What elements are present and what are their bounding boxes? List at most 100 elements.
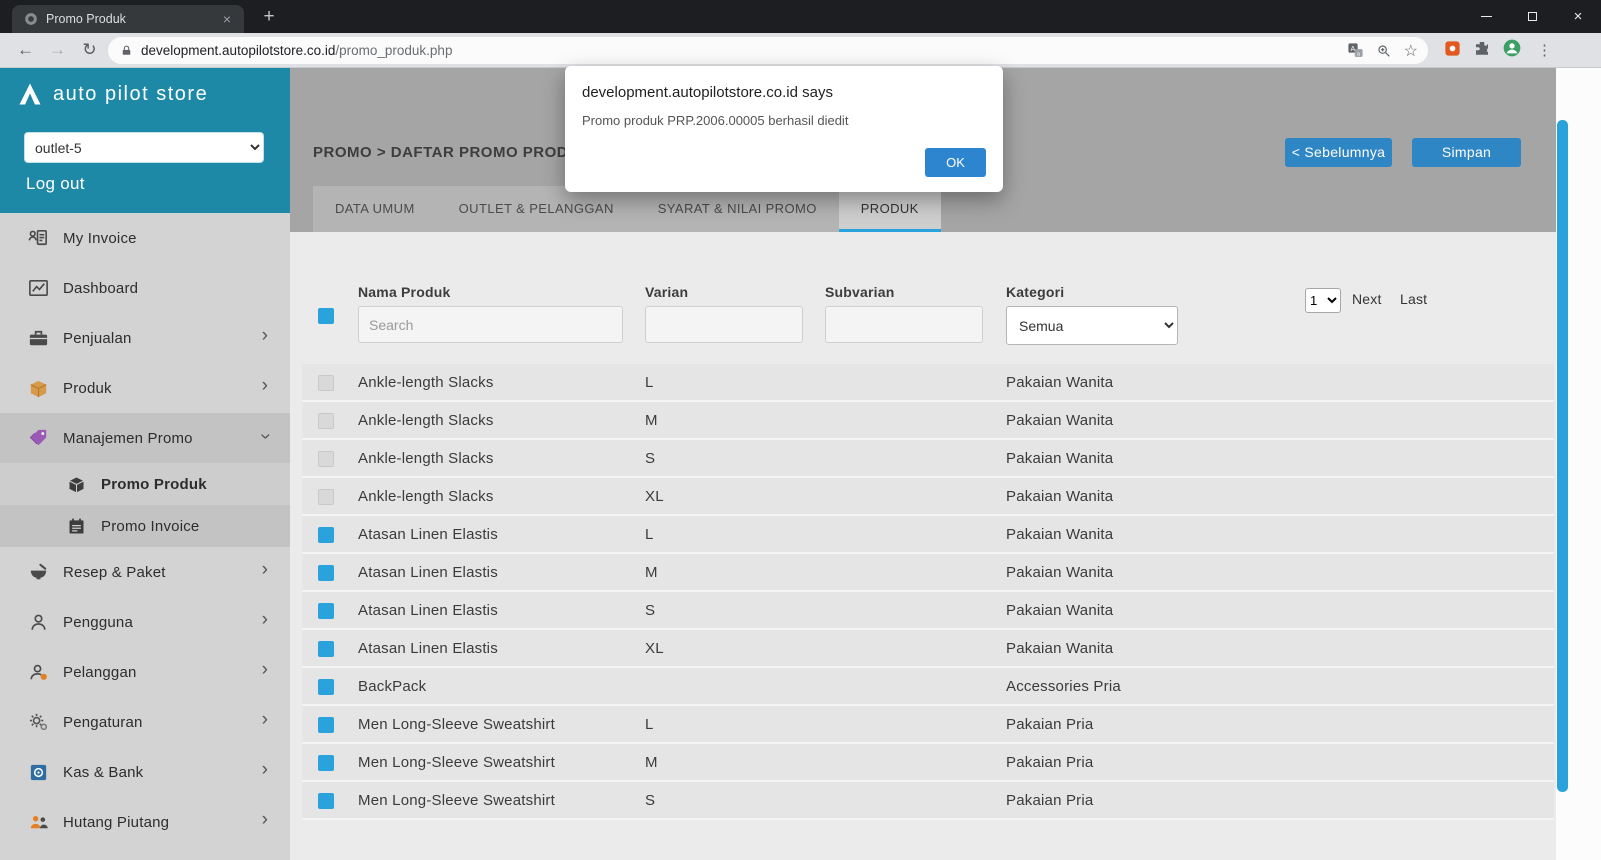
sidebar-item-kas-bank[interactable]: Kas & Bank ›	[0, 747, 290, 797]
cell-varian: XL	[645, 478, 664, 516]
cell-kategori: Pakaian Pria	[1006, 706, 1093, 744]
translate-icon[interactable]: Aa	[1347, 42, 1364, 59]
save-button[interactable]: Simpan	[1412, 138, 1521, 167]
cell-kategori: Pakaian Wanita	[1006, 554, 1113, 592]
table-row[interactable]: Ankle-length Slacks M Pakaian Wanita	[302, 402, 1554, 440]
tab-outlet-pelanggan[interactable]: OUTLET & PELANGGAN	[437, 186, 636, 232]
table-row[interactable]: Atasan Linen Elastis XL Pakaian Wanita	[302, 630, 1554, 668]
table-row[interactable]: Men Long-Sleeve Sweatshirt L Pakaian Pri…	[302, 706, 1554, 744]
select-all-checkbox[interactable]	[318, 308, 334, 324]
new-tab-button[interactable]: +	[256, 4, 282, 30]
cell-varian: S	[645, 592, 655, 630]
chevron-right-icon: ›	[262, 609, 268, 631]
row-checkbox[interactable]	[318, 679, 334, 695]
tab-syarat-nilai-promo[interactable]: SYARAT & NILAI PROMO	[636, 186, 839, 232]
cell-kategori: Pakaian Wanita	[1006, 592, 1113, 630]
sidebar-item-manajemen-promo[interactable]: Manajemen Promo ›	[0, 413, 290, 463]
extension-icon[interactable]	[1443, 39, 1462, 63]
cell-kategori: Accessories Pria	[1006, 668, 1121, 706]
search-nama-produk-input[interactable]	[358, 306, 623, 343]
table-row[interactable]: Ankle-length Slacks S Pakaian Wanita	[302, 440, 1554, 478]
sidebar-item-resep-paket[interactable]: Resep & Paket ›	[0, 547, 290, 597]
address-bar[interactable]: development.autopilotstore.co.id/promo_p…	[108, 37, 1428, 64]
sidebar-item-penjualan[interactable]: Penjualan ›	[0, 313, 290, 363]
sidebar-item-dashboard[interactable]: Dashboard	[0, 263, 290, 313]
sidebar-item-promo-invoice[interactable]: Promo Invoice	[0, 505, 290, 547]
varian-filter-input[interactable]	[645, 306, 803, 343]
cell-kategori: Pakaian Wanita	[1006, 402, 1113, 440]
browser-tab[interactable]: Promo Produk ×	[12, 5, 244, 33]
hutang-piutang-icon	[26, 810, 50, 834]
row-checkbox[interactable]	[318, 603, 334, 619]
sidebar-item-pelanggan[interactable]: Pelanggan ›	[0, 647, 290, 697]
kas-bank-icon	[26, 760, 50, 784]
pelanggan-icon	[26, 660, 50, 684]
cell-kategori: Pakaian Wanita	[1006, 516, 1113, 554]
pengaturan-icon	[26, 710, 50, 734]
table-row[interactable]: Men Long-Sleeve Sweatshirt M Pakaian Pri…	[302, 744, 1554, 782]
row-checkbox[interactable]	[318, 641, 334, 657]
cell-kategori: Pakaian Wanita	[1006, 478, 1113, 516]
cell-nama-produk: Atasan Linen Elastis	[358, 630, 498, 668]
refresh-button[interactable]: ↻	[76, 37, 103, 64]
window-close-button[interactable]: ×	[1555, 0, 1601, 33]
sidebar-item-pengguna[interactable]: Pengguna ›	[0, 597, 290, 647]
cell-nama-produk: Men Long-Sleeve Sweatshirt	[358, 744, 555, 782]
row-checkbox[interactable]	[318, 755, 334, 771]
kategori-select[interactable]: Semua	[1006, 306, 1178, 345]
sidebar-item-my-invoice[interactable]: My Invoice	[0, 213, 290, 263]
table-row[interactable]: Atasan Linen Elastis S Pakaian Wanita	[302, 592, 1554, 630]
sidebar-item-pengaturan[interactable]: Pengaturan ›	[0, 697, 290, 747]
browser-titlebar: Promo Produk × + ×	[0, 0, 1601, 33]
row-checkbox[interactable]	[318, 451, 334, 467]
browser-menu-button[interactable]: ⋮	[1533, 38, 1556, 63]
sidebar-item-produk[interactable]: Produk ›	[0, 363, 290, 413]
sidebar-item-hutang-piutang[interactable]: Hutang Piutang ›	[0, 797, 290, 847]
tab-produk[interactable]: PRODUK	[839, 186, 941, 232]
chevron-down-icon: ›	[254, 433, 276, 439]
my-invoice-icon	[26, 226, 50, 250]
row-checkbox[interactable]	[318, 413, 334, 429]
tab-close-icon[interactable]: ×	[220, 11, 234, 27]
cell-kategori: Pakaian Pria	[1006, 744, 1093, 782]
cell-nama-produk: Atasan Linen Elastis	[358, 554, 498, 592]
table-row[interactable]: Ankle-length Slacks L Pakaian Wanita	[302, 364, 1554, 402]
row-checkbox[interactable]	[318, 793, 334, 809]
chevron-right-icon: ›	[262, 809, 268, 831]
alert-dialog-message: Promo produk PRP.2006.00005 berhasil die…	[582, 113, 848, 128]
bookmark-star-icon[interactable]: ☆	[1404, 41, 1418, 61]
previous-button[interactable]: < Sebelumnya	[1285, 138, 1392, 167]
column-header-varian: Varian	[645, 284, 688, 300]
pagination-next[interactable]: Next	[1352, 291, 1382, 307]
ok-button[interactable]: OK	[925, 148, 986, 177]
chevron-right-icon: ›	[262, 759, 268, 781]
penjualan-icon	[26, 326, 50, 350]
pagination-last[interactable]: Last	[1400, 291, 1427, 307]
cell-kategori: Pakaian Wanita	[1006, 630, 1113, 668]
outlet-select[interactable]: outlet-5	[24, 132, 264, 163]
subvarian-filter-input[interactable]	[825, 306, 983, 343]
window-maximize-button[interactable]	[1509, 0, 1555, 33]
scrollbar-thumb[interactable]	[1557, 120, 1568, 792]
row-checkbox[interactable]	[318, 717, 334, 733]
sidebar-item-promo-produk[interactable]: Promo Produk	[0, 463, 290, 505]
window-minimize-button[interactable]	[1463, 0, 1509, 33]
row-checkbox[interactable]	[318, 489, 334, 505]
table-row[interactable]: Men Long-Sleeve Sweatshirt S Pakaian Pri…	[302, 782, 1554, 820]
forward-button[interactable]: →	[44, 37, 71, 64]
extensions-puzzle-icon[interactable]	[1473, 39, 1491, 62]
table-row[interactable]: Atasan Linen Elastis M Pakaian Wanita	[302, 554, 1554, 592]
back-button[interactable]: ←	[12, 37, 39, 64]
cell-nama-produk: Ankle-length Slacks	[358, 440, 494, 478]
row-checkbox[interactable]	[318, 527, 334, 543]
table-row[interactable]: Ankle-length Slacks XL Pakaian Wanita	[302, 478, 1554, 516]
table-row[interactable]: Atasan Linen Elastis L Pakaian Wanita	[302, 516, 1554, 554]
tab-data-umum[interactable]: DATA UMUM	[313, 186, 437, 232]
zoom-icon[interactable]	[1376, 43, 1392, 59]
page-select[interactable]: 1	[1305, 288, 1341, 313]
row-checkbox[interactable]	[318, 375, 334, 391]
row-checkbox[interactable]	[318, 565, 334, 581]
logout-button[interactable]: Log out	[26, 174, 85, 194]
table-row[interactable]: BackPack Accessories Pria	[302, 668, 1554, 706]
profile-avatar[interactable]	[1502, 38, 1522, 63]
